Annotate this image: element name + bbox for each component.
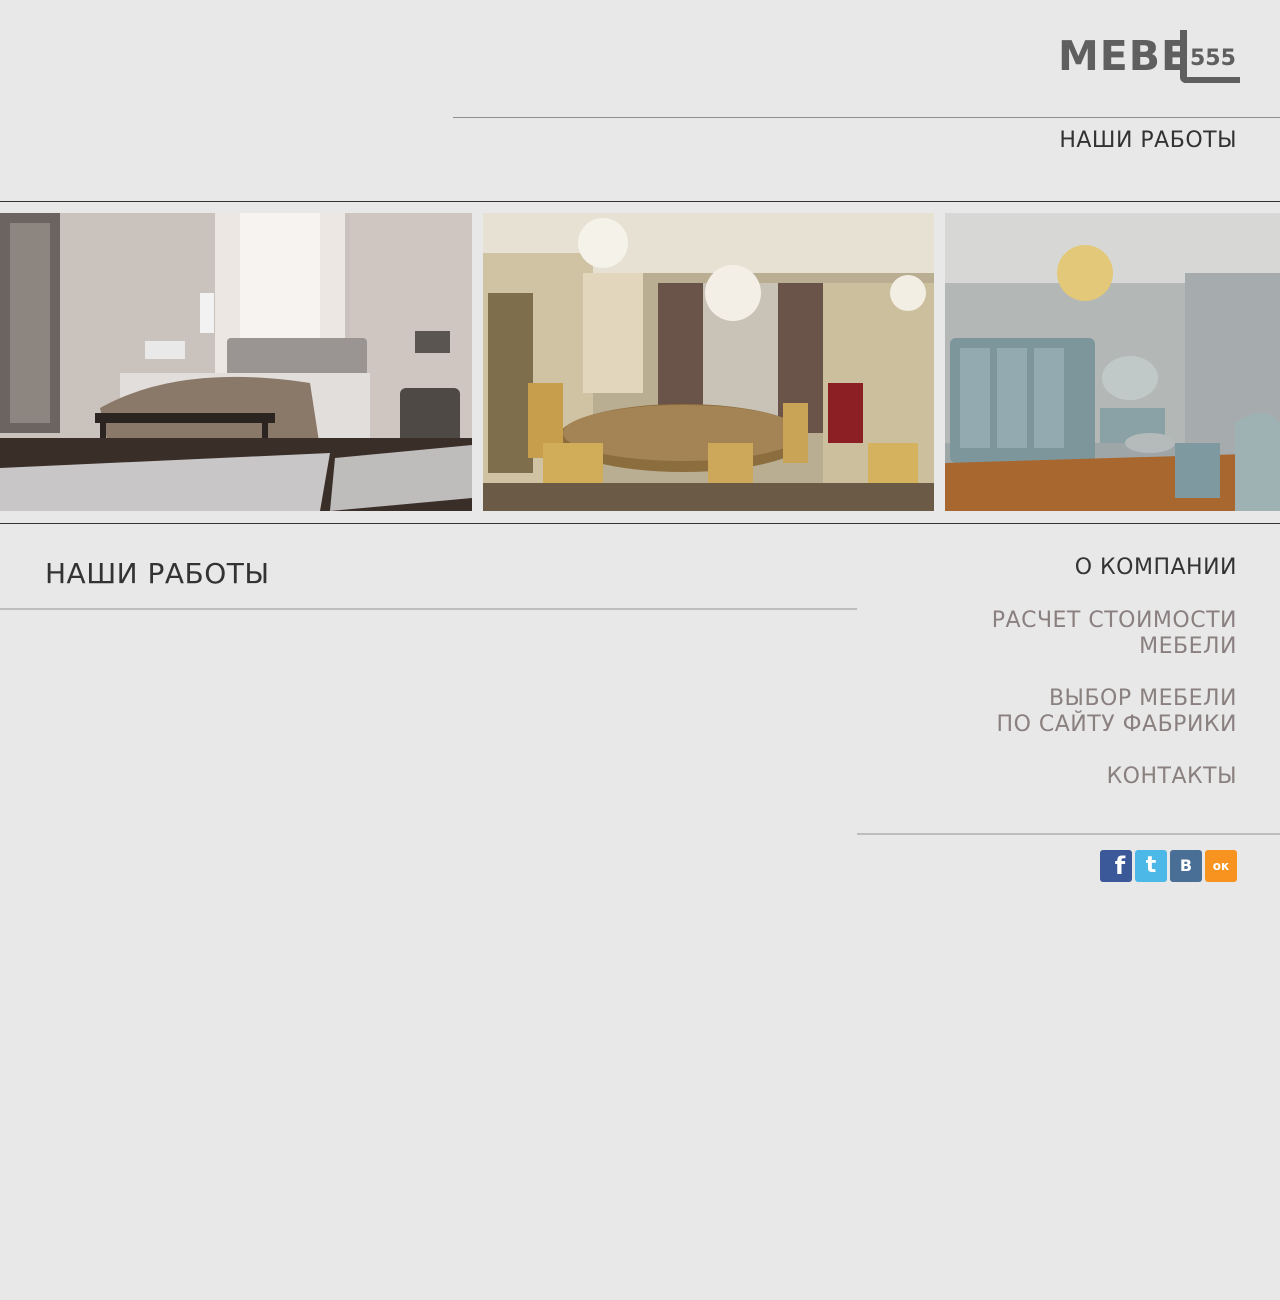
gallery-image-bedroom[interactable] xyxy=(0,213,472,511)
header-title: НАШИ РАБОТЫ xyxy=(1059,128,1237,153)
odnoklassniki-glyph: ок xyxy=(1212,859,1230,873)
bedroom-photo xyxy=(0,213,472,511)
side-nav: О КОМПАНИИ РАСЧЕТ СТОИМОСТИ МЕБЕЛИ ВЫБОР… xyxy=(992,555,1237,790)
dining-room-photo xyxy=(483,213,934,511)
twitter-glyph: t xyxy=(1145,853,1157,878)
nav-item-contacts[interactable]: КОНТАКТЫ xyxy=(992,764,1237,790)
facebook-icon[interactable]: f xyxy=(1100,850,1132,882)
header-divider xyxy=(453,117,1280,118)
nav-item-price-calc-line1: РАСЧЕТ СТОИМОСТИ xyxy=(991,608,1237,633)
nav-item-about[interactable]: О КОМПАНИИ xyxy=(992,555,1237,581)
classic-bedroom-photo xyxy=(945,213,1280,511)
nav-item-about-label: О КОМПАНИИ xyxy=(1074,555,1237,580)
facebook-glyph: f xyxy=(1114,852,1126,880)
twitter-icon[interactable]: t xyxy=(1135,850,1167,882)
vk-icon[interactable]: B xyxy=(1170,850,1202,882)
logo-number: 555 xyxy=(1190,46,1236,71)
logo[interactable]: MEBE 555 xyxy=(1058,30,1240,83)
nav-item-contacts-label: КОНТАКТЫ xyxy=(1106,764,1237,789)
nav-item-price-calc[interactable]: РАСЧЕТ СТОИМОСТИ МЕБЕЛИ xyxy=(992,608,1237,660)
nav-item-factory-selection-line1: ВЫБОР МЕБЕЛИ xyxy=(1048,686,1237,711)
gallery-image-classic-bedroom[interactable] xyxy=(945,213,1280,511)
nav-item-factory-selection-line2: ПО САЙТУ ФАБРИКИ xyxy=(996,712,1237,737)
gallery-top-border xyxy=(0,201,1280,202)
social-links: f t B ок xyxy=(1100,850,1237,882)
nav-item-factory-selection[interactable]: ВЫБОР МЕБЕЛИ ПО САЙТУ ФАБРИКИ xyxy=(992,686,1237,738)
page-title: НАШИ РАБОТЫ xyxy=(45,557,270,590)
nav-item-price-calc-line2: МЕБЕЛИ xyxy=(1139,634,1237,659)
logo-text: MEBE xyxy=(1058,32,1191,80)
sidebar-divider xyxy=(857,833,1280,835)
odnoklassniki-icon[interactable]: ок xyxy=(1205,850,1237,882)
vk-glyph: B xyxy=(1179,856,1193,875)
section-divider xyxy=(0,608,857,610)
gallery-image-dining-room[interactable] xyxy=(483,213,934,511)
gallery-bottom-border xyxy=(0,523,1280,524)
